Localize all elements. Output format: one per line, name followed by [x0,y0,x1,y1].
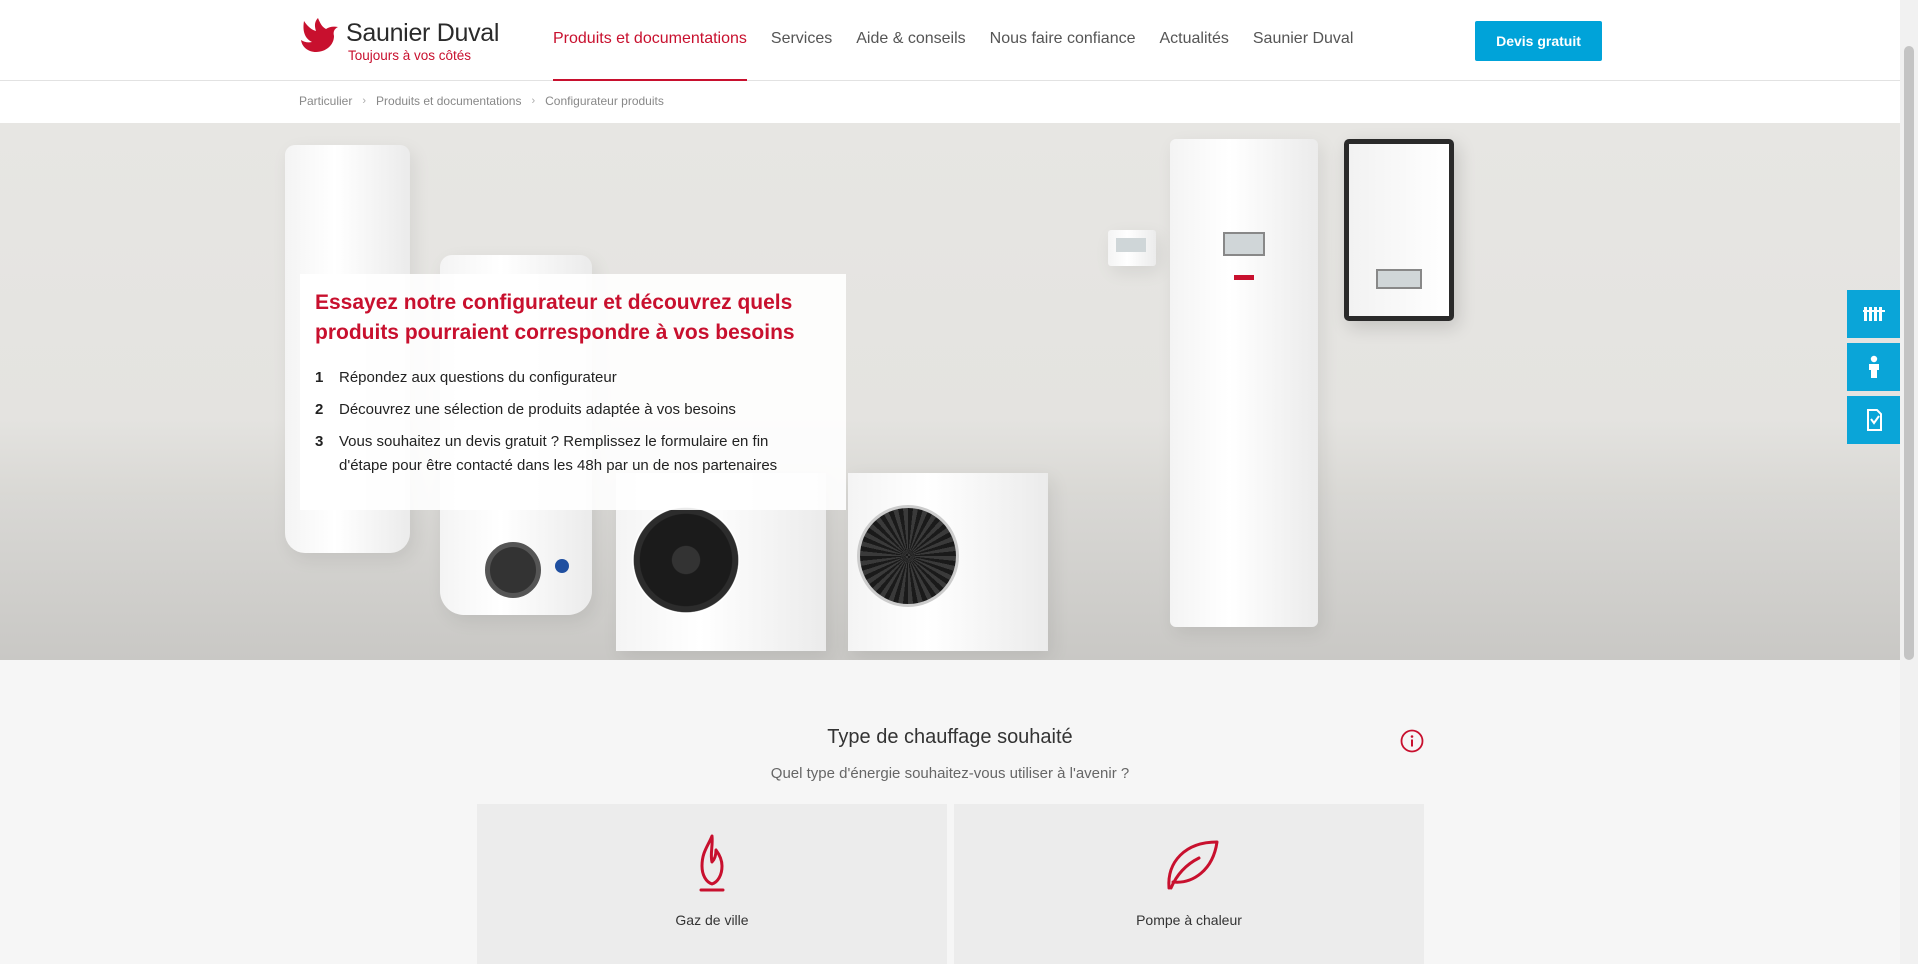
hero-step: 3 Vous souhaitez un devis gratuit ? Remp… [315,430,831,478]
side-tool-radiator[interactable] [1847,290,1900,338]
radiator-icon [1862,307,1885,321]
fan-icon [632,506,740,614]
hero-step: 1 Répondez aux questions du configurateu… [315,366,831,390]
flame-icon [699,834,725,892]
chevron-right-icon: › [362,95,367,107]
nav-item-produits[interactable]: Produits et documentations [553,0,747,81]
option-label: Gaz de ville [675,912,749,928]
floor-standing-boiler-image [1170,139,1318,627]
thermostat-image [1108,230,1156,266]
chevron-right-icon: › [531,95,536,107]
breadcrumb-item-configurateur: Configurateur produits [545,94,664,108]
step-number: 2 [315,401,324,418]
step-text: Vous souhaitez un devis gratuit ? Rempli… [339,433,778,474]
main-nav: Produits et documentations Services Aide… [553,0,1377,81]
hero-banner: Essayez notre configurateur et découvrez… [0,123,1900,660]
brand-logo[interactable]: Saunier Duval Toujours à vos côtés [298,17,508,67]
installer-icon [1868,355,1879,378]
fan-icon [860,508,956,604]
water-heater-dot-icon [555,559,569,573]
hero-title: Essayez notre configurateur et découvrez… [315,291,795,344]
brand-name: Saunier Duval [346,19,500,47]
step-number: 1 [315,369,324,386]
scrollbar-thumb[interactable] [1904,46,1914,660]
heat-pump-unit-2-image [848,473,1048,651]
side-tool-quote[interactable] [1847,396,1900,444]
option-label: Pompe à chaleur [1136,912,1242,928]
step-number: 3 [315,433,324,450]
nav-item-actualites[interactable]: Actualités [1160,0,1229,81]
bird-logo-icon [301,18,338,52]
info-icon[interactable] [1400,729,1424,753]
section-subtitle: Quel type d'énergie souhaitez-vous utili… [770,765,1130,782]
hero-steps: 1 Répondez aux questions du configurateu… [315,366,831,478]
side-tool-installer[interactable] [1847,343,1900,391]
site-header: Saunier Duval Toujours à vos côtés Produ… [0,0,1900,81]
leaf-icon [1167,840,1219,890]
water-heater-port-icon [485,542,541,598]
nav-item-confiance[interactable]: Nous faire confiance [990,0,1136,81]
nav-item-services[interactable]: Services [771,0,832,81]
breadcrumb-item-particulier[interactable]: Particulier [299,94,352,108]
hero-step: 2 Découvrez une sélection de produits ad… [315,398,831,422]
step-text: Répondez aux questions du configurateur [339,369,617,386]
page-scrollbar[interactable] [1900,0,1918,964]
option-pompe-a-chaleur[interactable]: Pompe à chaleur [954,804,1424,964]
breadcrumb: Particulier › Produits et documentations… [0,81,1900,123]
brand-tagline: Toujours à vos côtés [348,48,472,63]
free-quote-button[interactable]: Devis gratuit [1475,21,1602,61]
step-text: Découvrez une sélection de produits adap… [339,401,736,418]
quote-document-icon [1866,409,1882,431]
option-gaz-de-ville[interactable]: Gaz de ville [477,804,947,964]
section-title: Type de chauffage souhaité [827,726,1073,748]
nav-item-saunier-duval[interactable]: Saunier Duval [1253,0,1354,81]
hero-intro-card: Essayez notre configurateur et découvrez… [300,274,846,510]
nav-item-aide[interactable]: Aide & conseils [856,0,965,81]
breadcrumb-item-produits[interactable]: Produits et documentations [376,94,521,108]
wall-boiler-image [1344,139,1454,321]
